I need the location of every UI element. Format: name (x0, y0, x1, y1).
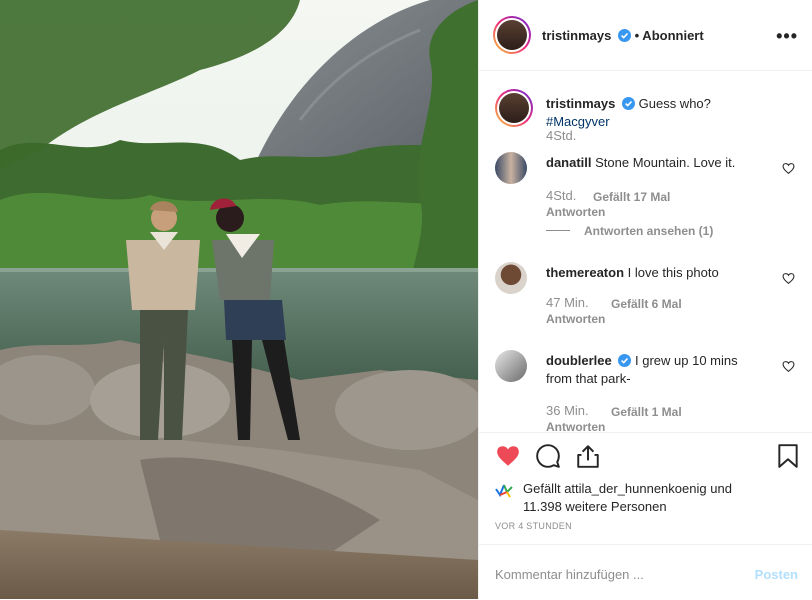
comment-time[interactable]: 47 Min. (546, 295, 589, 310)
likes-summary: Gefällt attila_der_hunnenkoenig und 11.3… (495, 480, 795, 516)
verified-badge-icon (622, 97, 635, 110)
verified-badge-icon (618, 354, 632, 367)
likes-prefix: Gefällt (523, 481, 561, 496)
comment-username[interactable]: danatill (546, 155, 592, 170)
caption-avatar[interactable] (495, 89, 533, 127)
reply-button[interactable]: Antworten (546, 420, 605, 432)
heart-filled-icon[interactable] (495, 443, 521, 469)
view-replies-button[interactable]: Antworten ansehen (1) (584, 224, 713, 238)
liker-avatar-icon[interactable] (495, 483, 513, 499)
more-horizontal-icon[interactable]: ••• (776, 26, 798, 47)
landscape-photo (0, 0, 478, 599)
comment-bubble-icon[interactable] (535, 443, 561, 469)
post-header: tristinmays • Abonniert ••• (479, 0, 812, 71)
follow-status[interactable]: • Abonniert (635, 28, 704, 43)
comment-likes[interactable]: Gefällt 1 Mal (611, 405, 682, 419)
post-timestamp[interactable]: VOR 4 STUNDEN (495, 521, 572, 531)
comment-like-icon[interactable] (782, 360, 795, 373)
instagram-post-view: tristinmays • Abonniert ••• tristinmays … (0, 0, 812, 599)
likes-others[interactable]: 11.398 weitere Personen (523, 499, 667, 514)
caption-username[interactable]: tristinmays (546, 96, 615, 111)
comment-avatar[interactable] (495, 262, 527, 294)
comment-text: Stone Mountain. Love it. (595, 155, 736, 170)
comment-time[interactable]: 4Std. (546, 188, 576, 203)
avatar (497, 20, 527, 50)
bookmark-icon[interactable] (775, 443, 801, 469)
comment-like-icon[interactable] (782, 272, 795, 285)
reply-button[interactable]: Antworten (546, 205, 605, 219)
liker-username[interactable]: attila_der_hunnenkoenig (564, 481, 706, 496)
comment-avatar[interactable] (495, 350, 527, 382)
comment-avatar[interactable] (495, 152, 527, 184)
share-icon[interactable] (575, 443, 601, 469)
comment-text: I love this photo (627, 265, 719, 280)
replies-divider (546, 230, 570, 231)
reply-button[interactable]: Antworten (546, 312, 605, 326)
add-comment-section: Posten (479, 544, 812, 600)
verified-badge-icon (618, 28, 631, 42)
avatar (499, 93, 529, 123)
post-actions: Gefällt attila_der_hunnenkoenig und 11.3… (479, 432, 812, 599)
post-comment-button[interactable]: Posten (755, 567, 798, 582)
likes-connector: und (710, 481, 732, 496)
post-side-panel: tristinmays • Abonniert ••• tristinmays … (478, 0, 812, 599)
comment-username[interactable]: doublerlee (546, 353, 612, 368)
header-username[interactable]: tristinmays (542, 28, 611, 43)
comment-like-icon[interactable] (782, 162, 795, 175)
caption-time[interactable]: 4Std. (546, 128, 576, 143)
comment-time[interactable]: 36 Min. (546, 403, 589, 418)
caption-text: Guess who? (638, 96, 711, 111)
comment-input[interactable] (495, 567, 725, 582)
profile-avatar[interactable] (493, 16, 531, 54)
post-photo[interactable] (0, 0, 478, 599)
comment-likes[interactable]: Gefällt 17 Mal (593, 190, 670, 204)
caption-hashtag[interactable]: #Macgyver (546, 114, 610, 129)
comment-likes[interactable]: Gefällt 6 Mal (611, 297, 682, 311)
comment-username[interactable]: themereaton (546, 265, 624, 280)
comments-list[interactable]: tristinmays Guess who? #Macgyver 4Std. d… (479, 72, 812, 432)
